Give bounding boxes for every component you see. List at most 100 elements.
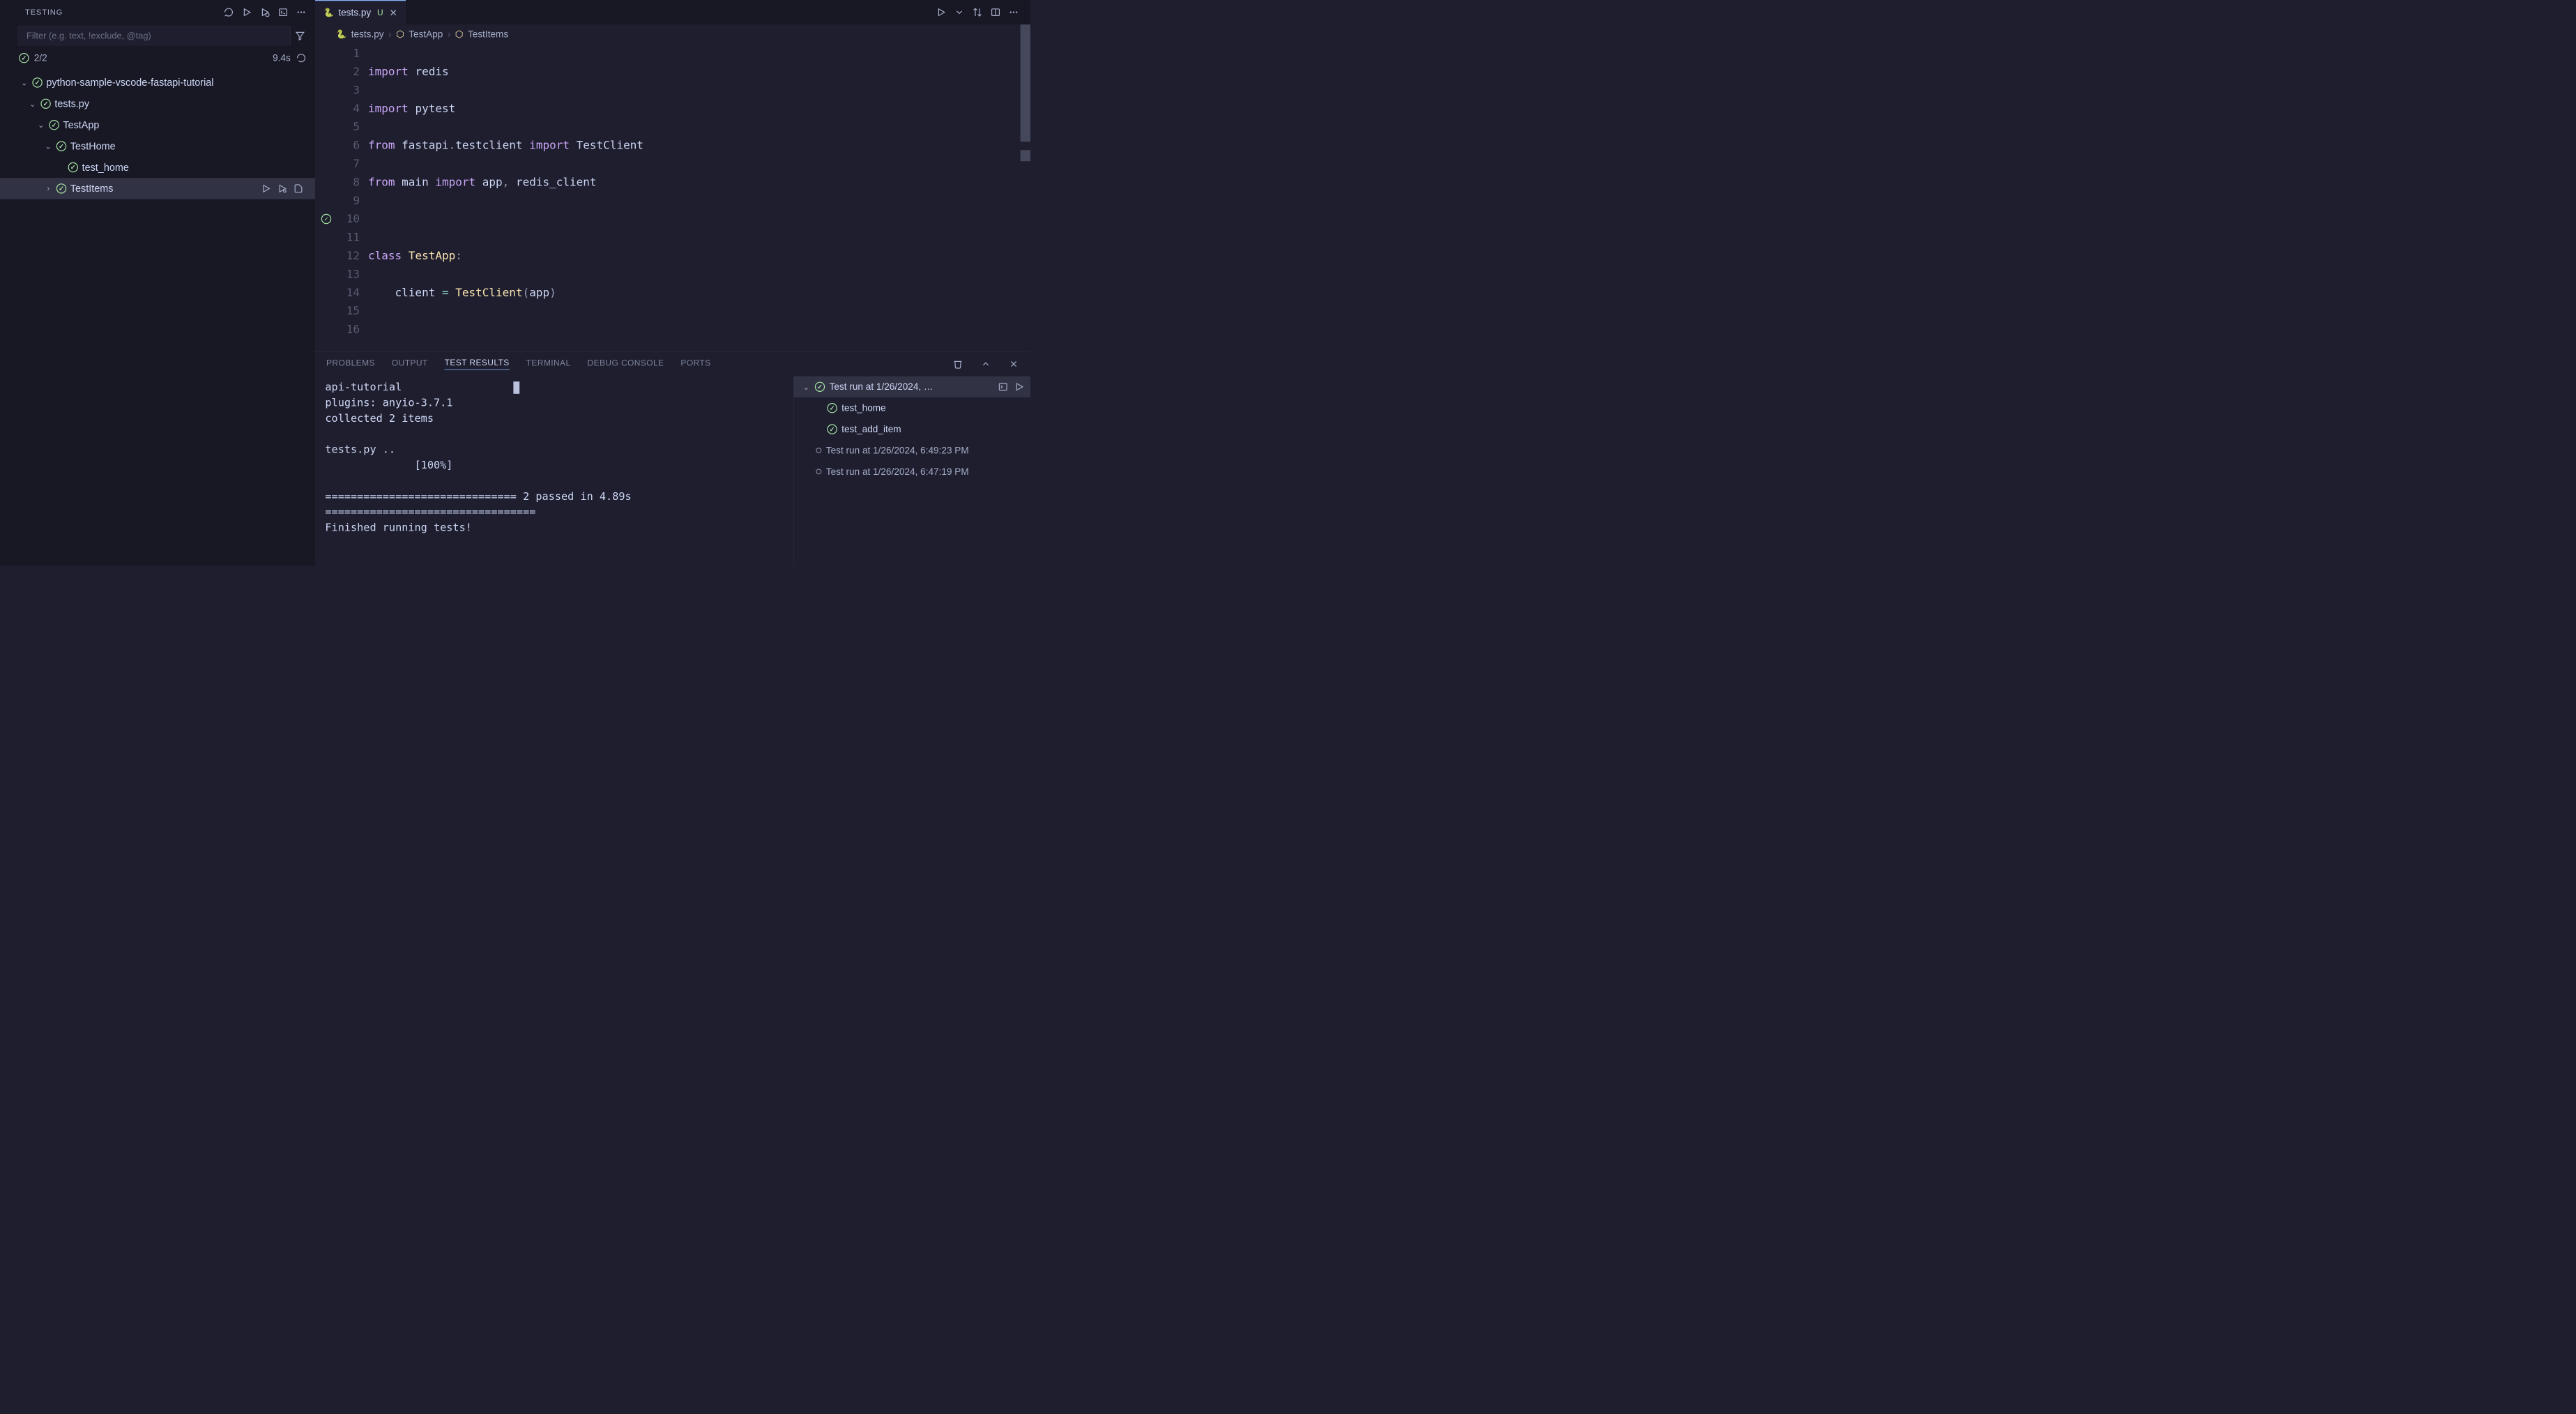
chevron-down-icon: ⌄: [44, 142, 52, 151]
chevron-down-icon: ⌄: [20, 78, 29, 87]
gutter-marks: [315, 44, 337, 351]
code-content[interactable]: import redis import pytest from fastapi.…: [368, 44, 1030, 351]
test-run-older-1[interactable]: Test run at 1/26/2024, 6:49:23 PM: [793, 440, 1030, 461]
tree-label: python-sample-vscode-fastapi-tutorial: [46, 77, 213, 89]
test-tree: ⌄ python-sample-vscode-fastapi-tutorial …: [0, 69, 315, 199]
tab-tests-py[interactable]: 🐍 tests.py U ✕: [315, 0, 406, 24]
compare-icon[interactable]: [972, 7, 983, 18]
debug-test-icon[interactable]: [277, 183, 288, 194]
split-editor-icon[interactable]: [990, 7, 1001, 18]
rerun-icon[interactable]: [1014, 381, 1025, 393]
sidebar-title: TESTING: [25, 8, 223, 17]
pass-icon: [815, 382, 825, 392]
filter-input[interactable]: [18, 26, 291, 45]
test-run-current[interactable]: ⌄ Test run at 1/26/2024, …: [793, 377, 1030, 397]
tab-test-results[interactable]: TEST RESULTS: [445, 358, 510, 370]
tree-test-home[interactable]: test_home: [0, 157, 315, 178]
tree-label: TestHome: [70, 140, 116, 152]
bottom-panel: PROBLEMS OUTPUT TEST RESULTS TERMINAL DE…: [315, 351, 1030, 565]
pass-icon: [40, 99, 50, 109]
tab-problems[interactable]: PROBLEMS: [326, 358, 375, 370]
breadcrumb-class1: TestApp: [409, 29, 443, 40]
python-file-icon: 🐍: [336, 29, 346, 39]
pass-icon: [827, 424, 837, 434]
scrollbar-thumb[interactable]: [1021, 24, 1030, 142]
tab-ports[interactable]: PORTS: [680, 358, 710, 370]
tree-class-testitems[interactable]: › TestItems: [0, 178, 315, 199]
pass-icon: [32, 77, 42, 87]
run-test-home[interactable]: test_home: [793, 397, 1030, 418]
pass-icon: [56, 183, 66, 193]
line-numbers: 123 456 789 101112 131415 16: [337, 44, 368, 351]
editor-area: 🐍 tests.py U ✕ 🐍 tests.py › ⬡ TestApp › …: [315, 0, 1030, 565]
trash-icon[interactable]: [952, 358, 963, 370]
more-icon[interactable]: [1008, 7, 1019, 18]
pass-icon: [19, 53, 29, 63]
run-label: Test run at 1/26/2024, …: [830, 381, 993, 393]
dirty-marker: U: [377, 8, 383, 17]
test-status-summary: 2/2 9.4s: [0, 47, 315, 69]
show-output-icon[interactable]: [277, 7, 289, 18]
editor-scrollbar[interactable]: [1021, 24, 1030, 351]
tree-label: TestApp: [63, 119, 99, 131]
status-time: 9.4s: [273, 52, 291, 63]
panel-tab-bar: PROBLEMS OUTPUT TEST RESULTS TERMINAL DE…: [315, 351, 1030, 376]
pass-icon: [56, 141, 66, 151]
run-test-add-item[interactable]: test_add_item: [793, 418, 1030, 439]
close-icon[interactable]: ✕: [389, 7, 397, 18]
more-icon[interactable]: [296, 7, 307, 18]
breadcrumb-class2: TestItems: [468, 29, 508, 40]
run-label: test_add_item: [841, 424, 1025, 435]
pass-icon: [68, 162, 78, 172]
tree-class-testhome[interactable]: ⌄ TestHome: [0, 135, 315, 156]
breadcrumb[interactable]: 🐍 tests.py › ⬡ TestApp › ⬡ TestItems: [315, 24, 1030, 44]
breadcrumb-sep: ›: [448, 29, 451, 40]
tree-root[interactable]: ⌄ python-sample-vscode-fastapi-tutorial: [0, 72, 315, 93]
code-editor[interactable]: 123 456 789 101112 131415 16 import redi…: [315, 44, 1030, 351]
show-output-icon[interactable]: [998, 381, 1009, 393]
testing-sidebar: TESTING 2/2 9.4s ⌄ python-sam: [0, 0, 315, 565]
tab-output[interactable]: OUTPUT: [392, 358, 428, 370]
tab-terminal[interactable]: TERMINAL: [526, 358, 571, 370]
tab-bar: 🐍 tests.py U ✕: [315, 0, 1030, 24]
tree-file[interactable]: ⌄ tests.py: [0, 93, 315, 114]
run-label: Test run at 1/26/2024, 6:49:23 PM: [826, 445, 1025, 456]
chevron-down-icon: ⌄: [29, 99, 37, 108]
breadcrumb-sep: ›: [388, 29, 392, 40]
pass-icon: [827, 403, 837, 413]
terminal-cursor: [513, 381, 519, 394]
chevron-down-icon[interactable]: [954, 7, 965, 18]
run-label: Test run at 1/26/2024, 6:47:19 PM: [826, 466, 1025, 478]
circle-icon: [816, 469, 821, 474]
tab-label: tests.py: [338, 7, 371, 18]
chevron-up-icon[interactable]: [980, 358, 991, 370]
class-icon: ⬡: [396, 29, 404, 40]
circle-icon: [816, 448, 821, 453]
goto-file-icon[interactable]: [293, 183, 304, 194]
scrollbar-mark: [1021, 150, 1030, 161]
python-file-icon: 🐍: [323, 8, 334, 17]
test-run-older-2[interactable]: Test run at 1/26/2024, 6:47:19 PM: [793, 461, 1030, 482]
run-test-icon[interactable]: [261, 183, 272, 194]
run-file-icon[interactable]: [936, 7, 947, 18]
tree-label: TestItems: [70, 183, 114, 195]
filter-icon[interactable]: [294, 31, 307, 40]
debug-all-icon[interactable]: [259, 7, 270, 18]
chevron-right-icon: ›: [44, 184, 52, 193]
status-count: 2/2: [34, 52, 47, 63]
tree-class-testapp[interactable]: ⌄ TestApp: [0, 114, 315, 135]
rerun-icon[interactable]: [296, 52, 307, 63]
refresh-icon[interactable]: [223, 7, 234, 18]
pass-icon: [321, 214, 331, 224]
breadcrumb-file: tests.py: [351, 29, 384, 40]
test-output[interactable]: api-tutorial plugins: anyio-3.7.1 collec…: [315, 377, 793, 566]
test-runs-panel: ⌄ Test run at 1/26/2024, … test_home: [793, 377, 1030, 566]
close-icon[interactable]: [1008, 358, 1019, 370]
run-label: test_home: [841, 402, 1025, 413]
run-all-icon[interactable]: [241, 7, 252, 18]
sidebar-header: TESTING: [0, 0, 315, 24]
pass-icon: [49, 120, 59, 130]
tab-debug-console[interactable]: DEBUG CONSOLE: [588, 358, 664, 370]
chevron-down-icon: ⌄: [802, 382, 810, 391]
tree-label: test_home: [82, 162, 129, 174]
